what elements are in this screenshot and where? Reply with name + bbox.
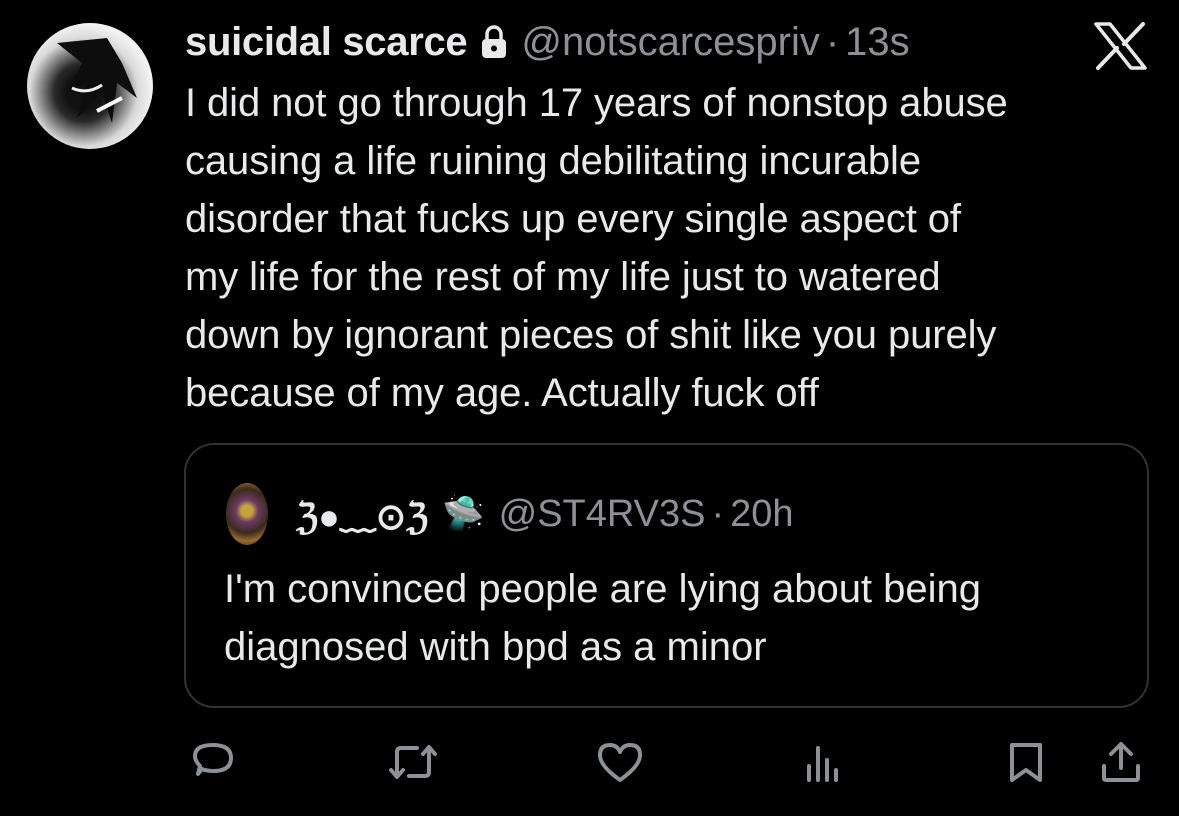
like-button[interactable] xyxy=(595,738,645,786)
author-avatar[interactable] xyxy=(27,23,153,149)
x-logo-icon xyxy=(1094,22,1147,70)
quoted-tweet-timestamp[interactable]: 20h xyxy=(730,493,793,536)
quoted-author-handle[interactable]: @ST4RV3S xyxy=(499,493,706,536)
quoted-author-avatar[interactable] xyxy=(226,483,268,545)
repost-button[interactable] xyxy=(385,738,441,786)
bookmark-icon xyxy=(1010,743,1042,782)
quoted-tweet-card[interactable]: ℨ●﹏⊙ℨ 🛸 @ST4RV3S · 20h I'm convinced peo… xyxy=(184,443,1149,708)
reply-icon xyxy=(193,743,233,776)
share-button[interactable] xyxy=(1098,738,1144,786)
quoted-tweet-header: ℨ●﹏⊙ℨ 🛸 @ST4RV3S · 20h xyxy=(296,490,794,538)
repost-icon xyxy=(389,745,437,779)
author-display-name[interactable]: suicidal scarce xyxy=(185,20,468,65)
views-button[interactable] xyxy=(803,738,843,786)
bookmark-button[interactable] xyxy=(1005,738,1047,786)
separator-dot: · xyxy=(825,19,840,64)
quoted-tweet-body: I'm convinced people are lying about bei… xyxy=(224,567,982,669)
heart-icon xyxy=(598,743,642,782)
author-handle[interactable]: @notscarcespriv xyxy=(521,20,819,65)
views-icon xyxy=(807,746,838,782)
lock-icon xyxy=(482,25,507,58)
separator-dot: · xyxy=(711,492,725,535)
share-icon xyxy=(1102,742,1140,782)
tweet-timestamp[interactable]: 13s xyxy=(845,20,910,65)
quoted-author-display-name[interactable]: ℨ●﹏⊙ℨ xyxy=(296,488,428,540)
reply-button[interactable] xyxy=(188,738,238,786)
ufo-emoji: 🛸 xyxy=(442,495,485,533)
tweet-header: suicidal scarce @notscarcespriv · 13s xyxy=(185,18,910,66)
tweet-body: I did not go through 17 years of nonstop… xyxy=(185,81,1008,415)
